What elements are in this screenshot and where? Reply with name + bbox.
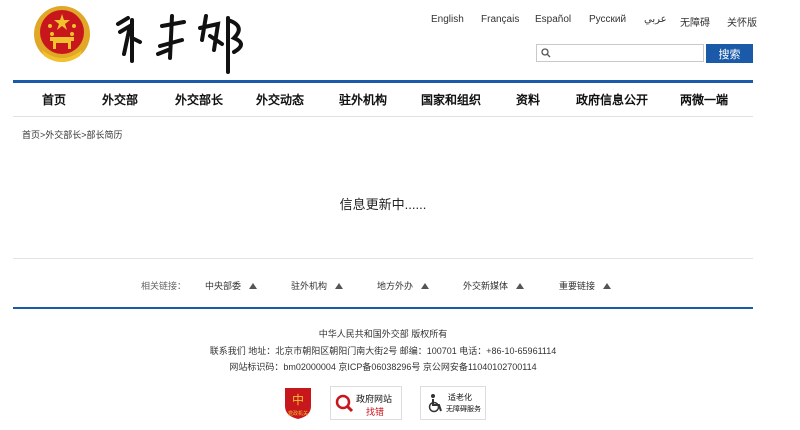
svg-text:中: 中: [292, 392, 304, 407]
triangle-up-icon: [335, 282, 344, 289]
party-gov-agency-badge[interactable]: 中 党政机关: [283, 386, 313, 420]
nav-item-ministry[interactable]: 外交部: [102, 91, 138, 108]
related-links-divider: [13, 258, 753, 259]
search-button[interactable]: 搜索: [706, 44, 753, 63]
related-link-label: 外交新媒体: [463, 281, 509, 291]
party-badge-label: 党政机关: [287, 411, 308, 417]
elder-care-mode-link[interactable]: 关怀版: [727, 14, 757, 29]
related-central-ministries[interactable]: 中央部委: [205, 279, 258, 292]
accessible-service-badge[interactable]: 适老化 无障碍服务: [420, 386, 486, 420]
gov-site-error-report-badge[interactable]: 政府网站 找错: [330, 386, 402, 420]
nav-item-home[interactable]: 首页: [42, 91, 66, 108]
related-important-links[interactable]: 重要链接: [559, 279, 612, 292]
related-overseas-missions[interactable]: 驻外机构: [291, 279, 344, 292]
ministry-calligraphy-logo: [116, 14, 243, 74]
nav-top-rule: [13, 80, 753, 83]
search-icon: [541, 48, 551, 58]
lang-english-link[interactable]: English: [431, 14, 464, 25]
related-link-label: 重要链接: [559, 281, 596, 291]
related-local-foreign-affairs[interactable]: 地方外办: [377, 279, 430, 292]
footer-top-rule: [13, 307, 753, 309]
nav-item-countries[interactable]: 国家和组织: [421, 91, 481, 108]
lang-arabic-link[interactable]: عربي: [644, 14, 667, 25]
related-links-label: 相关链接：: [141, 281, 187, 291]
nav-item-resources[interactable]: 资料: [516, 91, 540, 108]
nav-item-social[interactable]: 两微一端: [680, 91, 728, 108]
national-emblem-icon: [34, 6, 90, 62]
nav-item-minister[interactable]: 外交部长: [175, 91, 223, 108]
nav-bottom-divider: [13, 116, 753, 117]
accessibility-link[interactable]: 无障碍: [680, 14, 710, 29]
lang-spanish-link[interactable]: Español: [535, 14, 571, 25]
triangle-up-icon: [516, 282, 525, 289]
triangle-up-icon: [603, 282, 612, 289]
accessible-sub: 无障碍服务: [446, 406, 481, 413]
related-new-media[interactable]: 外交新媒体: [463, 279, 525, 292]
breadcrumb[interactable]: 首页>外交部长>部长简历: [22, 128, 123, 141]
nav-item-gov-info[interactable]: 政府信息公开: [576, 91, 648, 108]
triangle-up-icon: [421, 282, 430, 289]
magnifier-icon: [335, 394, 354, 413]
footer-contact: 联系我们 地址：北京市朝阳区朝阳门南大街2号 邮编：100701 电话：+86-…: [209, 346, 557, 356]
wheelchair-icon: [428, 394, 442, 413]
content-status-message: 信息更新中......: [339, 197, 427, 212]
related-link-label: 驻外机构: [291, 281, 328, 291]
nav-item-news[interactable]: 外交动态: [256, 91, 304, 108]
gov-site-sub: 找错: [366, 407, 385, 417]
search-input[interactable]: [536, 44, 704, 62]
triangle-up-icon: [249, 282, 258, 289]
nav-item-missions[interactable]: 驻外机构: [339, 91, 387, 108]
related-link-label: 地方外办: [377, 281, 414, 291]
lang-french-link[interactable]: Français: [481, 14, 519, 25]
footer-registration: 网站标识码：bm02000004 京ICP备06038296号 京公网安备110…: [229, 362, 537, 372]
gov-site-title: 政府网站: [356, 394, 393, 404]
related-link-label: 中央部委: [205, 281, 242, 291]
footer-copyright: 中华人民共和国外交部 版权所有: [318, 329, 448, 339]
accessible-title: 适老化: [448, 393, 472, 402]
lang-russian-link[interactable]: Русский: [589, 14, 626, 25]
